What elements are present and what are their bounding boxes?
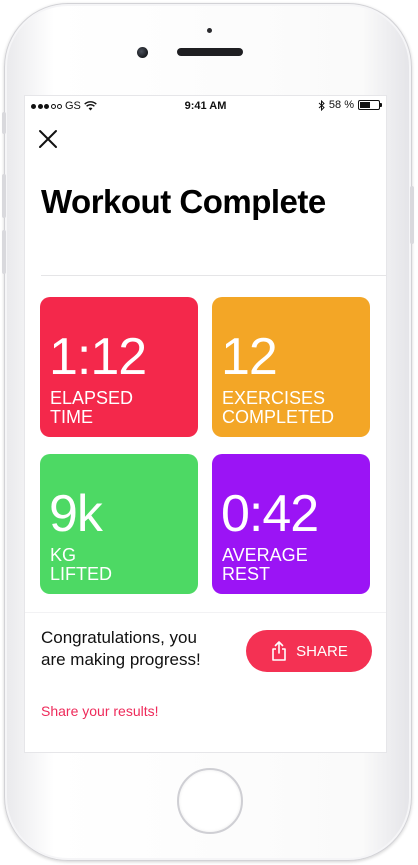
stat-label: KG LIFTED <box>50 545 113 584</box>
close-icon <box>39 130 57 148</box>
earpiece-speaker <box>177 48 243 56</box>
stat-value: 9k <box>49 485 103 543</box>
stat-value: 12 <box>221 328 278 386</box>
power-button <box>410 186 414 244</box>
battery-level-fill <box>360 102 371 108</box>
stat-tile-exercises-completed: 12 EXERCISES COMPLETED <box>212 297 370 437</box>
home-button[interactable] <box>177 768 243 834</box>
bluetooth-icon <box>318 99 325 111</box>
stat-value: 1:12 <box>49 328 147 386</box>
title-divider <box>41 275 386 276</box>
share-icon <box>272 641 286 661</box>
mute-switch <box>2 112 6 134</box>
front-camera <box>137 47 148 58</box>
stat-tile-elapsed-time: 1:12 ELAPSED TIME <box>40 297 198 437</box>
proximity-sensor <box>207 28 212 33</box>
stat-label: AVERAGE REST <box>222 545 308 584</box>
volume-down-button <box>2 230 6 274</box>
page-title: Workout Complete <box>41 183 326 220</box>
share-results-link[interactable]: Share your results! <box>41 703 159 719</box>
status-battery-group: 58 % <box>318 99 382 111</box>
stat-tile-average-rest: 0:42 AVERAGE REST <box>212 454 370 594</box>
stat-label: ELAPSED TIME <box>50 388 134 427</box>
status-bar: GS 9:41 AM 58 % <box>25 96 386 116</box>
close-button[interactable] <box>35 126 61 152</box>
battery-icon <box>358 100 382 110</box>
stat-label: EXERCISES COMPLETED <box>222 388 335 427</box>
stat-tile-kg-lifted: 9k KG LIFTED <box>40 454 198 594</box>
stat-value: 0:42 <box>221 485 319 543</box>
app-screen: GS 9:41 AM 58 % Workout Complete 1:12 EL… <box>24 95 387 753</box>
share-button-label: SHARE <box>296 642 348 660</box>
congratulations-message: Congratulations, you are making progress… <box>41 628 201 669</box>
share-panel: Congratulations, you are making progress… <box>25 612 386 752</box>
battery-percentage: 58 % <box>328 99 354 111</box>
volume-up-button <box>2 174 6 218</box>
share-button[interactable]: SHARE <box>246 630 372 672</box>
